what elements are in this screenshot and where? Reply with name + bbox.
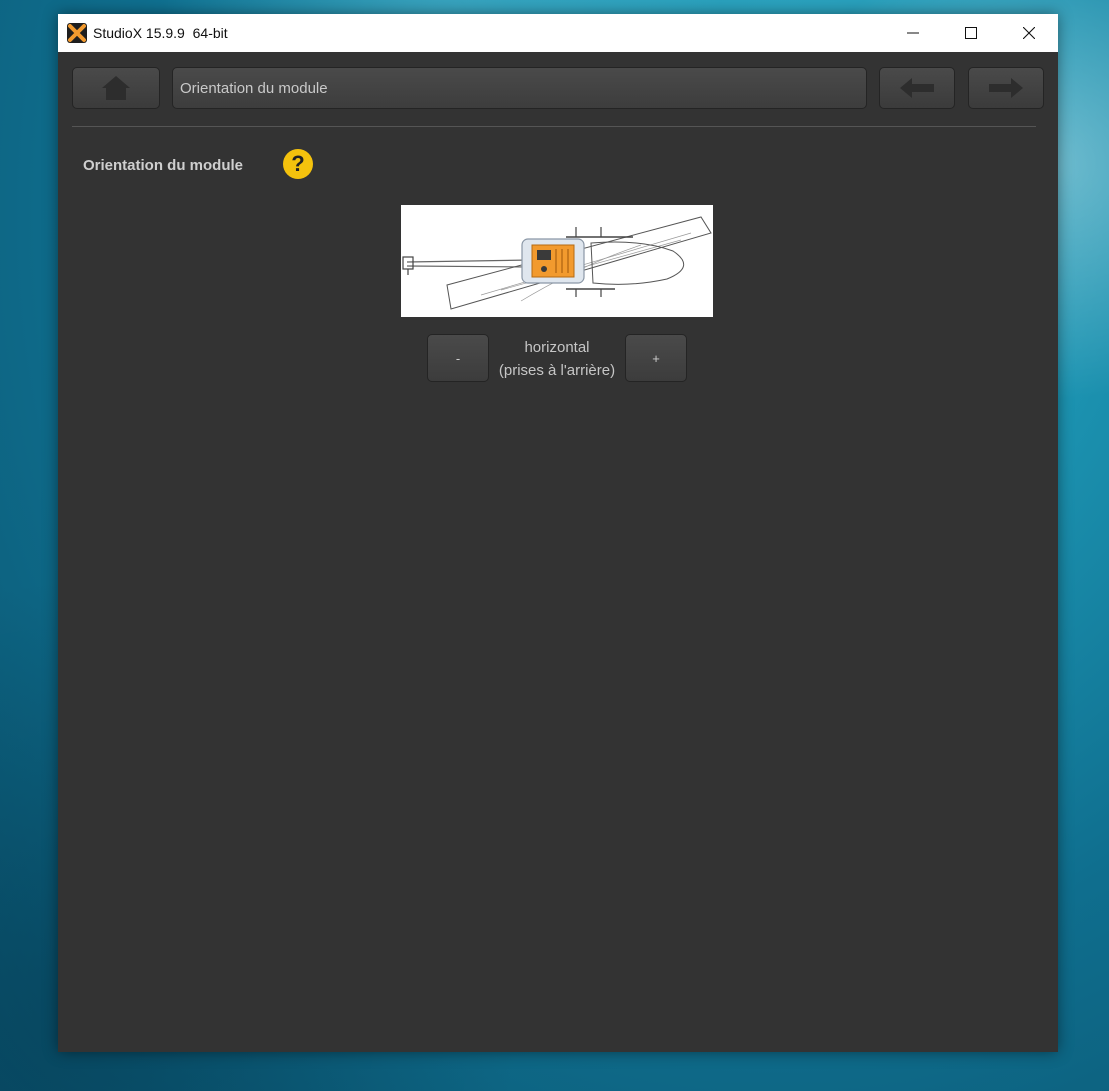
increment-button[interactable]: + [625, 334, 687, 382]
minimize-button[interactable] [884, 14, 942, 52]
title-bar[interactable]: StudioX 15.9.9 64-bit [58, 14, 1058, 52]
minimize-icon [907, 32, 919, 34]
window-controls [884, 14, 1058, 52]
close-icon [1023, 27, 1035, 39]
decrement-button[interactable]: - [427, 334, 489, 382]
window-title: StudioX 15.9.9 64-bit [93, 25, 228, 41]
forward-button[interactable] [968, 67, 1044, 109]
maximize-button[interactable] [942, 14, 1000, 52]
orientation-value-line2: (prises à l'arrière) [498, 362, 616, 379]
orientation-value-line1: horizontal [524, 339, 590, 356]
maximize-icon [965, 27, 977, 39]
arrow-left-icon [900, 78, 934, 98]
help-icon[interactable]: ? [283, 149, 313, 179]
toolbar: Orientation du module [58, 52, 1058, 126]
breadcrumb-path: Orientation du module [172, 67, 867, 109]
arrow-right-icon [989, 78, 1023, 98]
close-button[interactable] [1000, 14, 1058, 52]
studiox-app-icon [67, 23, 87, 43]
section-title: Orientation du module [83, 157, 243, 174]
back-button[interactable] [879, 67, 955, 109]
toolbar-divider [72, 126, 1036, 127]
app-window: StudioX 15.9.9 64-bit Orientation du mod… [58, 14, 1058, 1052]
orientation-illustration [401, 205, 713, 317]
orientation-value: horizontal (prises à l'arrière) [490, 336, 624, 382]
home-icon [102, 76, 130, 100]
home-button[interactable] [72, 67, 160, 109]
